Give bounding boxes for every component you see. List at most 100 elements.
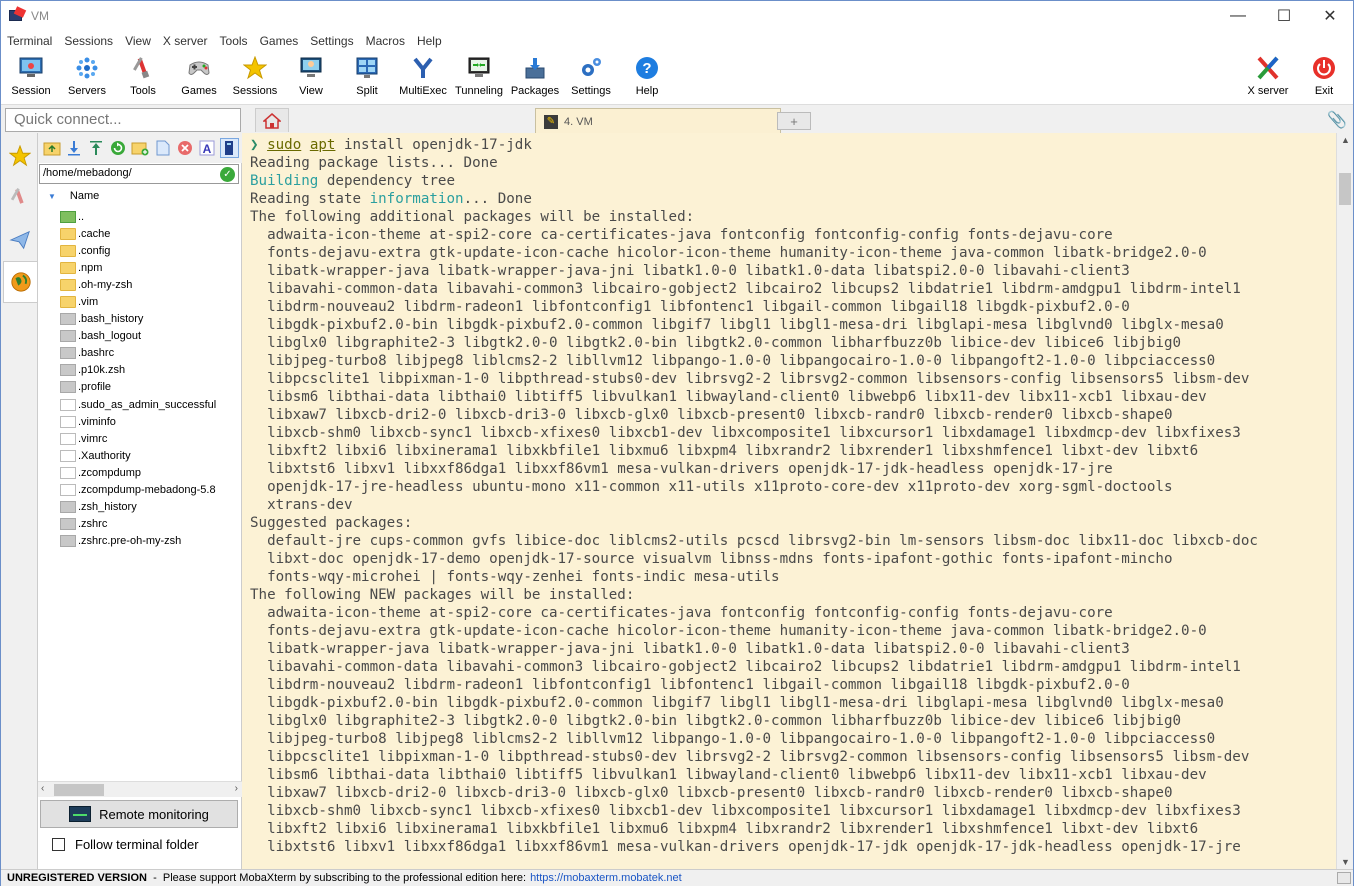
refresh-icon[interactable] (109, 138, 128, 158)
menu-macros[interactable]: Macros (360, 34, 411, 48)
menu-x-server[interactable]: X server (157, 34, 214, 48)
home-tab[interactable] (255, 108, 289, 132)
tab-terminal-vm[interactable]: ✎ 4. VM (535, 108, 781, 134)
mobatek-link[interactable]: https://mobaxterm.mobatek.net (530, 872, 682, 884)
terminal-line: libavahi-common-data libavahi-common3 li… (250, 659, 1241, 675)
follow-terminal-folder-checkbox[interactable]: Follow terminal folder (52, 837, 199, 852)
terminal-scrollbar[interactable]: ▲ ▼ (1336, 133, 1353, 869)
terminal-line: libavahi-common-data libavahi-common3 li… (250, 281, 1241, 297)
menu-tools[interactable]: Tools (214, 34, 254, 48)
menu-games[interactable]: Games (254, 34, 305, 48)
sessions-button[interactable]: Sessions (227, 53, 283, 101)
file-list-item[interactable]: .zcompdump (38, 464, 242, 481)
menu-help[interactable]: Help (411, 34, 448, 48)
terminal-line: libxtst6 libxv1 libxxf86dga1 libxxf86vm1… (250, 461, 1113, 477)
terminal-line: Reading state information... Done (250, 191, 532, 207)
terminal-scrollbar-thumb[interactable] (1339, 173, 1351, 205)
rename-icon[interactable]: A (198, 138, 217, 158)
file-list-item[interactable]: .Xauthority (38, 447, 242, 464)
file-list-item[interactable]: .viminfo (38, 413, 242, 430)
remote-monitor-toggle-icon[interactable] (219, 138, 240, 158)
file-icon (60, 330, 76, 343)
file-list-item[interactable]: .sudo_as_admin_successful (38, 396, 242, 413)
file-list-item[interactable]: .. (38, 208, 242, 225)
file-list-item[interactable]: .p10k.zsh (38, 362, 242, 379)
file-list-item[interactable]: .cache (38, 225, 242, 242)
scroll-right-icon[interactable]: › (235, 783, 238, 794)
macros-side-tab[interactable] (3, 219, 37, 261)
sessions-side-tab[interactable] (3, 135, 37, 177)
scroll-up-icon[interactable]: ▲ (1341, 135, 1350, 145)
sftp-side-tab[interactable] (3, 261, 37, 303)
tools-button[interactable]: Tools (115, 53, 171, 101)
remote-monitoring-button[interactable]: Remote monitoring (40, 800, 238, 828)
multiexec-button[interactable]: MultiExec (395, 53, 451, 101)
scroll-down-icon[interactable]: ▼ (1341, 857, 1350, 867)
upload-icon[interactable] (86, 138, 105, 158)
quick-connect-input[interactable]: Quick connect... (5, 108, 241, 132)
window-title: VM (31, 9, 49, 23)
xserver-button[interactable]: X server (1240, 53, 1296, 101)
close-button[interactable]: ✕ (1307, 1, 1353, 31)
file-list-item[interactable]: .zcompdump-mebadong-5.8 (38, 482, 242, 499)
parent-folder-icon[interactable] (42, 138, 61, 158)
file-name: .bash_history (78, 313, 144, 326)
paperclip-icon[interactable]: 📎 (1327, 110, 1347, 130)
file-name: .vimrc (78, 432, 108, 445)
new-folder-icon[interactable] (131, 138, 150, 158)
terminal-line: libatk-wrapper-java libatk-wrapper-java-… (250, 641, 1130, 657)
settings-button[interactable]: Settings (563, 53, 619, 101)
minimize-button[interactable]: — (1215, 1, 1261, 31)
maximize-button[interactable]: ☐ (1261, 1, 1307, 31)
scroll-left-icon[interactable]: ‹ (41, 783, 44, 794)
terminal-line: The following additional packages will b… (250, 209, 695, 225)
file-name: .bashrc (78, 347, 115, 360)
packages-button[interactable]: Packages (507, 53, 563, 101)
file-list-item[interactable]: .vimrc (38, 430, 242, 447)
file-list-item[interactable]: .bashrc (38, 345, 242, 362)
file-name: .p10k.zsh (78, 364, 126, 377)
folder-icon (60, 227, 76, 240)
tunneling-button[interactable]: Tunneling (451, 53, 507, 101)
file-list-item[interactable]: .oh-my-zsh (38, 276, 242, 293)
file-list-item[interactable]: .bash_history (38, 311, 242, 328)
file-list-item[interactable]: .zshrc (38, 516, 242, 533)
games-button[interactable]: Games (171, 53, 227, 101)
menu-terminal[interactable]: Terminal (1, 34, 58, 48)
title-bar: VM — ☐ ✕ (1, 1, 1353, 31)
file-icon (60, 449, 76, 462)
download-icon[interactable] (64, 138, 83, 158)
file-list-item[interactable]: .vim (38, 293, 242, 310)
horizontal-scrollbar[interactable]: ‹ › (38, 781, 242, 797)
session-button[interactable]: Session (3, 53, 59, 101)
file-list-item[interactable]: .npm (38, 259, 242, 276)
menu-settings[interactable]: Settings (304, 34, 359, 48)
x-server-icon (1255, 55, 1281, 81)
sftp-path-input[interactable]: /home/mebadong/ ✓ (39, 164, 239, 184)
exit-button[interactable]: Exit (1296, 53, 1352, 101)
file-list-item[interactable]: .zsh_history (38, 499, 242, 516)
checkbox[interactable] (52, 838, 65, 851)
menu-view[interactable]: View (119, 34, 157, 48)
terminal-line: libxcb-shm0 libxcb-sync1 libxcb-xfixes0 … (250, 425, 1241, 441)
view-button[interactable]: View (283, 53, 339, 101)
terminal-line: libgdk-pixbuf2.0-bin libgdk-pixbuf2.0-co… (250, 317, 1224, 333)
new-tab-button[interactable]: + (777, 112, 811, 130)
scrollbar-thumb[interactable] (54, 784, 104, 796)
file-list-item[interactable]: .config (38, 242, 242, 259)
terminal-line: libxt-doc openjdk-17-demo openjdk-17-sou… (250, 551, 1173, 567)
split-button[interactable]: Split (339, 53, 395, 101)
file-list-item[interactable]: .bash_logout (38, 328, 242, 345)
resize-grip-icon[interactable] (1337, 872, 1351, 884)
terminal-output[interactable]: ❯ sudo apt install openjdk-17-jdk Readin… (242, 133, 1336, 869)
menu-sessions[interactable]: Sessions (58, 34, 119, 48)
file-list-header[interactable]: ▼ Name (38, 186, 242, 206)
checkmark-icon[interactable]: ✓ (220, 167, 235, 182)
servers-button[interactable]: Servers (59, 53, 115, 101)
file-list-item[interactable]: .profile (38, 379, 242, 396)
new-file-icon[interactable] (153, 138, 172, 158)
file-list-item[interactable]: .zshrc.pre-oh-my-zsh (38, 533, 242, 550)
tools-side-tab[interactable] (3, 177, 37, 219)
delete-icon[interactable] (175, 138, 194, 158)
help-button[interactable]: ? Help (619, 53, 675, 101)
